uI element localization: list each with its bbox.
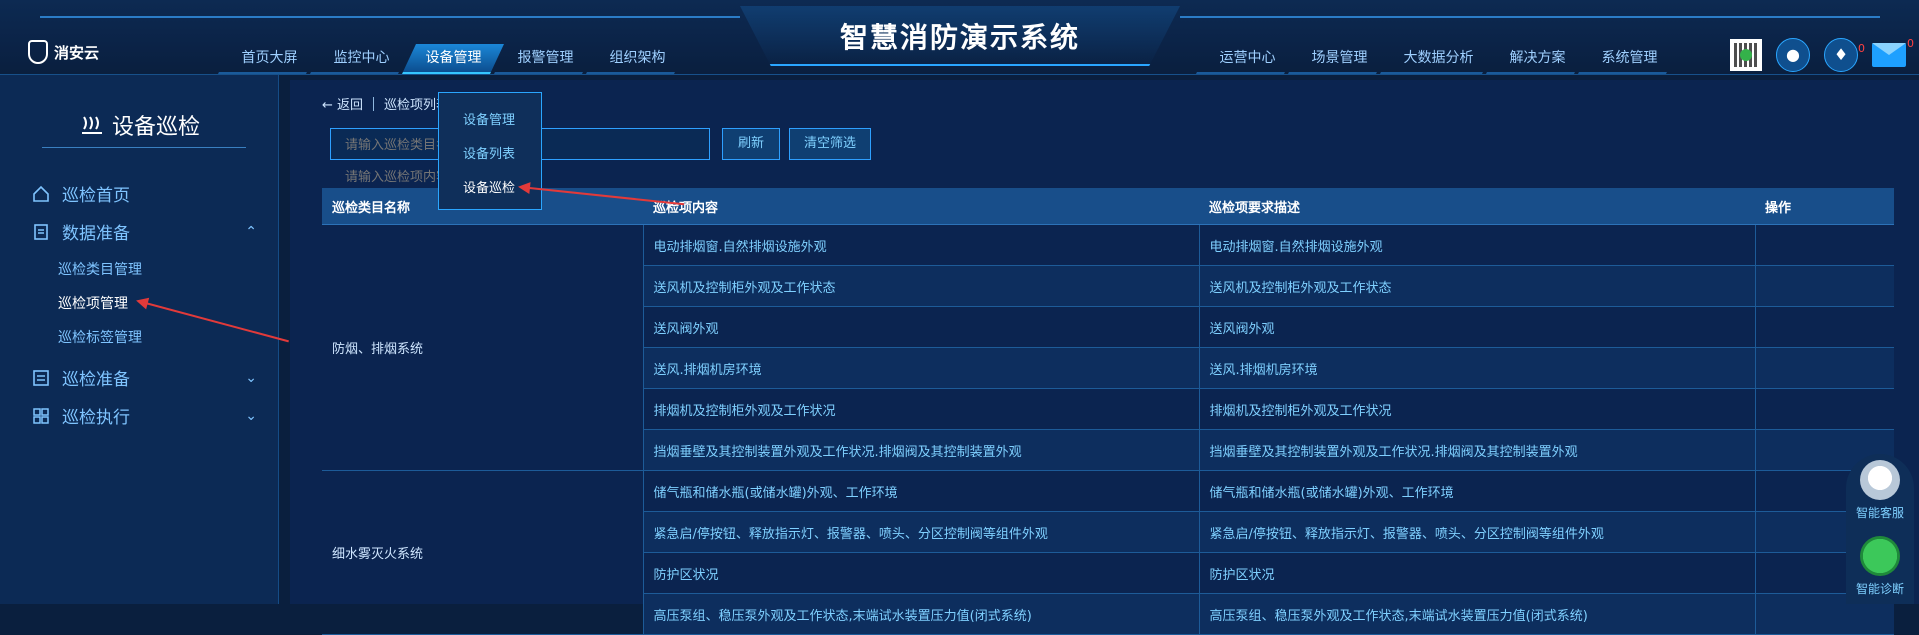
sidebar-subitem-item-management[interactable]: 巡检项管理 bbox=[58, 293, 128, 313]
item-description-cell: 电动排烟窗.自然排烟设施外观 bbox=[1198, 224, 1755, 266]
item-content-cell: 送风机及控制柜外观及工作状态 bbox=[642, 265, 1199, 307]
table-row: 防烟、排烟系统 电动排烟窗.自然排烟设施外观 电动排烟窗.自然排烟设施外观 bbox=[322, 224, 1894, 471]
sidebar: 设备巡检 巡检首页 数据准备 ⌃ 巡检类目管理 巡检项管理 巡检标签管理 巡检准… bbox=[0, 75, 279, 604]
diagnosis-icon bbox=[1860, 536, 1900, 576]
user-icon[interactable]: ● bbox=[1776, 38, 1810, 72]
header-toolbar: ● ♦ 0 0 bbox=[1730, 37, 1914, 72]
sidebar-item-inspection-prep[interactable]: 巡检准备 ⌄ bbox=[32, 365, 257, 390]
sidebar-item-inspection-home[interactable]: 巡检首页 bbox=[32, 181, 257, 206]
alarm-bell-icon[interactable]: ♦ 0 bbox=[1824, 38, 1865, 72]
column-header: 巡检项内容 bbox=[643, 188, 1199, 225]
item-content-cell: 紧急启/停按钮、释放指示灯、报警器、喷头、分区控制阀等组件外观 bbox=[642, 511, 1199, 553]
item-description-cell: 高压泵组、稳压泵外观及工作状态,末端试水装置压力值(闭式系统) bbox=[1198, 593, 1755, 635]
document-icon bbox=[34, 223, 48, 240]
sidebar-item-label: 巡检准备 bbox=[62, 370, 130, 390]
breadcrumb: ← 返回 巡检项列表 bbox=[322, 94, 449, 113]
nav-monitor-center[interactable]: 监控中心 bbox=[310, 44, 412, 74]
menu-item-device-list[interactable]: 设备列表 bbox=[463, 143, 515, 162]
smart-diagnosis-button[interactable]: 智能诊断 bbox=[1846, 536, 1914, 597]
item-description-cell: 挡烟垂壁及其控制装置外观及工作状况.排烟阀及其控制装置外观 bbox=[1198, 429, 1755, 471]
category-cell: 防烟、排烟系统 bbox=[322, 224, 643, 471]
item-content-cell: 挡烟垂壁及其控制装置外观及工作状况.排烟阀及其控制装置外观 bbox=[642, 429, 1199, 471]
logo-text: 消安云 bbox=[54, 43, 100, 62]
nav-home-screen[interactable]: 首页大屏 bbox=[218, 44, 320, 74]
nav-solutions[interactable]: 解决方案 bbox=[1486, 44, 1588, 74]
breadcrumb-separator bbox=[373, 96, 375, 111]
action-cell bbox=[1754, 306, 1894, 348]
nav-operation-center[interactable]: 运营中心 bbox=[1196, 44, 1298, 74]
nav-alarm-management[interactable]: 报警管理 bbox=[494, 44, 596, 74]
shield-icon bbox=[28, 40, 48, 64]
item-content-cell: 储气瓶和储水瓶(或储水罐)外观、工作环境 bbox=[642, 470, 1199, 512]
wave-icon bbox=[82, 116, 102, 134]
grid-icon bbox=[33, 407, 49, 424]
home-icon bbox=[33, 185, 49, 202]
category-cell: 细水雾灭火系统 bbox=[322, 470, 643, 635]
item-content-cell: 送风阀外观 bbox=[642, 306, 1199, 348]
item-content-cell: 排烟机及控制柜外观及工作状况 bbox=[642, 388, 1199, 430]
menu-item-device-management[interactable]: 设备管理 bbox=[463, 109, 515, 128]
column-header: 巡检项要求描述 bbox=[1199, 188, 1755, 225]
mail-badge: 0 bbox=[1907, 37, 1914, 50]
item-content-cell: 电动排烟窗.自然排烟设施外观 bbox=[642, 224, 1199, 266]
action-cell bbox=[1754, 265, 1894, 307]
back-link[interactable]: ← 返回 bbox=[322, 94, 363, 113]
table-header-row: 巡检类目名称 巡检项内容 巡检项要求描述 操作 bbox=[322, 188, 1894, 225]
alarm-badge: 0 bbox=[1858, 42, 1865, 55]
mail-icon[interactable]: 0 bbox=[1872, 37, 1914, 67]
clear-filter-button[interactable]: 清空筛选 bbox=[789, 128, 871, 160]
qr-code-icon[interactable] bbox=[1730, 39, 1762, 71]
nav-scene-management[interactable]: 场景管理 bbox=[1288, 44, 1390, 74]
item-description-cell: 储气瓶和储水瓶(或储水罐)外观、工作环境 bbox=[1198, 470, 1755, 512]
nav-right: 运营中心 场景管理 大数据分析 解决方案 系统管理 bbox=[1196, 44, 1680, 74]
smart-diagnosis-label: 智能诊断 bbox=[1855, 582, 1904, 596]
nav-big-data[interactable]: 大数据分析 bbox=[1380, 44, 1496, 74]
sidebar-item-label: 巡检执行 bbox=[62, 408, 130, 428]
chevron-down-icon: ⌄ bbox=[245, 369, 257, 386]
list-icon bbox=[33, 369, 49, 386]
sidebar-title-text: 设备巡检 bbox=[112, 115, 201, 140]
item-description-cell: 排烟机及控制柜外观及工作状况 bbox=[1198, 388, 1755, 430]
nav-device-management[interactable]: 设备管理 bbox=[402, 44, 504, 74]
item-description-cell: 紧急启/停按钮、释放指示灯、报警器、喷头、分区控制阀等组件外观 bbox=[1198, 511, 1755, 553]
action-cell bbox=[1754, 224, 1894, 266]
nav-left: 首页大屏 监控中心 设备管理 报警管理 组织架构 bbox=[218, 44, 688, 74]
menu-item-device-inspection[interactable]: 设备巡检 bbox=[463, 177, 515, 196]
chevron-down-icon: ⌄ bbox=[245, 407, 257, 424]
item-description-cell: 送风机及控制柜外观及工作状态 bbox=[1198, 265, 1755, 307]
sidebar-title: 设备巡检 bbox=[80, 109, 200, 141]
column-header: 操作 bbox=[1755, 188, 1894, 225]
smart-service-button[interactable]: 智能客服 bbox=[1846, 460, 1914, 521]
header-decoration bbox=[40, 16, 740, 18]
sidebar-item-label: 数据准备 bbox=[62, 224, 130, 244]
table-row: 细水雾灭火系统 储气瓶和储水瓶(或储水罐)外观、工作环境 储气瓶和储水瓶(或储水… bbox=[322, 470, 1894, 635]
logo[interactable]: 消安云 bbox=[28, 40, 99, 64]
top-bar: 消安云 首页大屏 监控中心 设备管理 报警管理 组织架构 智慧消防演示系统 运营… bbox=[0, 0, 1919, 75]
item-content-cell: 高压泵组、稳压泵外观及工作状态,末端试水装置压力值(闭式系统) bbox=[642, 593, 1199, 635]
smart-service-label: 智能客服 bbox=[1855, 506, 1904, 520]
sidebar-subitem-category-management[interactable]: 巡检类目管理 bbox=[58, 259, 142, 279]
item-content-cell: 送风.排烟机房环境 bbox=[642, 347, 1199, 389]
floating-service-panel: 智能客服 智能诊断 bbox=[1846, 454, 1914, 604]
divider bbox=[42, 147, 246, 148]
item-content-cell: 防护区状况 bbox=[642, 552, 1199, 594]
header-decoration bbox=[1180, 16, 1880, 18]
refresh-button[interactable]: 刷新 bbox=[722, 128, 780, 160]
sidebar-item-inspection-execute[interactable]: 巡检执行 ⌄ bbox=[32, 403, 257, 428]
action-cell bbox=[1754, 388, 1894, 430]
inspection-item-table: 巡检类目名称 巡检项内容 巡检项要求描述 操作 防烟、排烟系统 电动排烟窗.自然… bbox=[322, 188, 1894, 635]
item-description-cell: 送风.排烟机房环境 bbox=[1198, 347, 1755, 389]
item-description-cell: 送风阀外观 bbox=[1198, 306, 1755, 348]
action-cell bbox=[1754, 347, 1894, 389]
robot-icon bbox=[1860, 460, 1900, 500]
sidebar-item-label: 巡检首页 bbox=[62, 186, 130, 206]
item-description-cell: 防护区状况 bbox=[1198, 552, 1755, 594]
system-title: 智慧消防演示系统 bbox=[839, 21, 1080, 54]
nav-system-management[interactable]: 系统管理 bbox=[1578, 44, 1680, 74]
sidebar-subitem-tag-management[interactable]: 巡检标签管理 bbox=[58, 327, 142, 347]
sidebar-item-data-prep[interactable]: 数据准备 ⌃ bbox=[32, 219, 257, 244]
chevron-up-icon: ⌃ bbox=[245, 223, 257, 240]
nav-org-structure[interactable]: 组织架构 bbox=[586, 44, 688, 74]
